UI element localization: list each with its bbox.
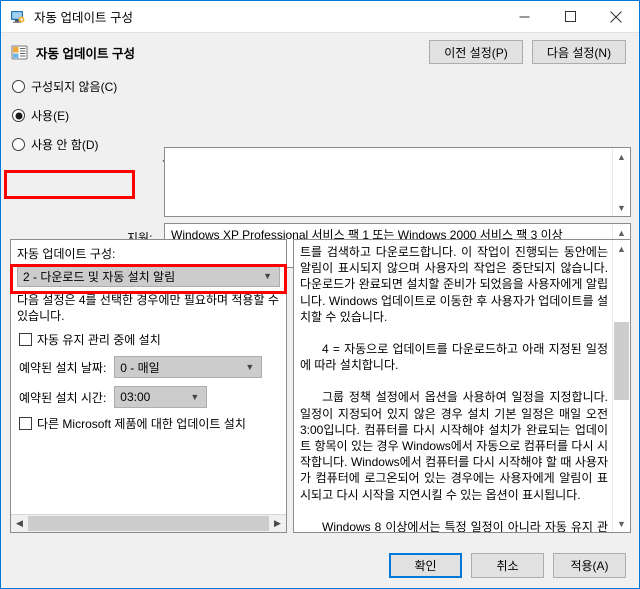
other-microsoft-products-checkbox[interactable]: 다른 Microsoft 제품에 대한 업데이트 설치 xyxy=(19,415,286,432)
options-horizontal-scrollbar[interactable]: ◀ ▶ xyxy=(11,514,286,532)
chevron-up-icon[interactable]: ▲ xyxy=(613,240,630,257)
help-paragraph-3: 그룹 정책 설정에서 옵션을 사용하여 일정을 지정합니다. 일정이 지정되어 … xyxy=(300,390,608,502)
scheduled-install-day-dropdown[interactable]: 0 - 매일 ▼ xyxy=(114,356,263,378)
chevron-down-icon: ▼ xyxy=(190,392,200,402)
chevron-up-icon[interactable]: ▲ xyxy=(613,148,630,165)
state-section: 구성되지 않음(C) 사용(E) 사용 안 함(D) 설명: ▲ ▼ 지원: xyxy=(1,71,639,268)
maximize-icon[interactable] xyxy=(547,1,593,32)
radio-circle-icon xyxy=(12,80,25,93)
radio-label: 사용 안 함(D) xyxy=(31,138,99,152)
cancel-button[interactable]: 취소 xyxy=(471,553,544,578)
ok-button[interactable]: 확인 xyxy=(389,553,462,578)
auto-update-config-value: 2 - 다운로드 및 자동 설치 알림 xyxy=(23,269,176,284)
navigation-buttons: 이전 설정(P) 다음 설정(N) xyxy=(429,40,626,64)
footer-buttons: 확인 취소 적용(A) xyxy=(389,553,626,578)
chevron-down-icon[interactable]: ▼ xyxy=(613,515,630,532)
radio-enabled[interactable]: 사용(E) xyxy=(10,105,150,126)
scheduled-install-time-label: 예약된 설치 시간: xyxy=(19,390,107,405)
help-content: 트를 검색하고 다운로드합니다. 이 작업이 진행되는 동안에는 알림이 표시되… xyxy=(294,240,613,532)
setting-header: 자동 업데이트 구성 이전 설정(P) 다음 설정(N) xyxy=(1,32,639,71)
radio-disabled[interactable]: 사용 안 함(D) xyxy=(10,134,150,155)
policy-setting-icon xyxy=(11,44,28,61)
title-bar: 자동 업데이트 구성 xyxy=(1,1,639,32)
help-paragraph-2: 4 = 자동으로 업데이트를 다운로드하고 아래 지정된 일정에 따라 설치합니… xyxy=(300,342,608,373)
scrollbar-thumb[interactable] xyxy=(614,322,629,400)
scheduled-install-time-row: 예약된 설치 시간: 03:00 ▼ xyxy=(19,386,286,408)
options-content: 자동 업데이트 구성: 2 - 다운로드 및 자동 설치 알림 ▼ 다음 설정은… xyxy=(11,240,286,515)
close-icon[interactable] xyxy=(593,1,639,32)
next-setting-button[interactable]: 다음 설정(N) xyxy=(532,40,626,64)
help-pane: 트를 검색하고 다운로드합니다. 이 작업이 진행되는 동안에는 알림이 표시되… xyxy=(293,239,631,533)
dialog-window: 자동 업데이트 구성 자동 업데이트 구성 이전 설정(P) 다음 설정(N) … xyxy=(0,0,640,589)
chevron-down-icon: ▼ xyxy=(245,362,255,372)
previous-setting-button[interactable]: 이전 설정(P) xyxy=(429,40,523,64)
radio-label: 구성되지 않음(C) xyxy=(31,80,118,94)
radio-not-configured[interactable]: 구성되지 않음(C) xyxy=(10,76,150,97)
scheduled-install-day-row: 예약된 설치 날짜: 0 - 매일 ▼ xyxy=(19,356,286,378)
options-pane: 자동 업데이트 구성: 2 - 다운로드 및 자동 설치 알림 ▼ 다음 설정은… xyxy=(10,239,287,533)
radio-circle-selected-icon xyxy=(12,109,25,122)
apply-button[interactable]: 적용(A) xyxy=(553,553,626,578)
setting-title: 자동 업데이트 구성 xyxy=(36,46,135,61)
install-during-maintenance-checkbox[interactable]: 자동 유지 관리 중에 설치 xyxy=(19,331,286,348)
computer-policy-icon xyxy=(10,9,26,25)
help-scrollbar[interactable]: ▲ ▼ xyxy=(612,240,630,532)
window-controls xyxy=(501,1,639,32)
chevron-right-icon[interactable]: ▶ xyxy=(269,515,286,532)
chevron-left-icon[interactable]: ◀ xyxy=(11,515,28,532)
state-radio-group: 구성되지 않음(C) 사용(E) 사용 안 함(D) xyxy=(10,76,150,163)
scheduled-install-day-label: 예약된 설치 날짜: xyxy=(19,360,107,375)
checkbox-icon xyxy=(19,417,32,430)
radio-circle-icon xyxy=(12,138,25,151)
window-title: 자동 업데이트 구성 xyxy=(34,11,133,25)
options-note: 다음 설정은 4를 선택한 경우에만 필요하며 적용할 수 있습니다. xyxy=(17,293,279,323)
chevron-down-icon: ▼ xyxy=(263,271,272,281)
auto-update-config-dropdown[interactable]: 2 - 다운로드 및 자동 설치 알림 ▼ xyxy=(17,265,280,287)
help-paragraph-4: Windows 8 이상에서는 특정 일정이 아니라 자동 유지 관리 중에 업… xyxy=(322,519,608,532)
help-paragraph-1: 트를 검색하고 다운로드합니다. 이 작업이 진행되는 동안에는 알림이 표시되… xyxy=(300,245,608,324)
comment-value xyxy=(165,148,630,152)
scheduled-install-day-value: 0 - 매일 xyxy=(120,360,160,375)
checkbox-label: 자동 유지 관리 중에 설치 xyxy=(37,333,161,347)
scheduled-install-time-dropdown[interactable]: 03:00 ▼ xyxy=(114,386,208,408)
scheduled-install-time-value: 03:00 xyxy=(120,390,151,404)
auto-update-config-label: 자동 업데이트 구성: xyxy=(17,247,116,261)
scrollbar-thumb[interactable] xyxy=(28,516,269,531)
radio-label: 사용(E) xyxy=(31,109,70,123)
annotation-box-enabled xyxy=(4,170,135,199)
checkbox-icon xyxy=(19,333,32,346)
minimize-icon[interactable] xyxy=(501,1,547,32)
pane-labels: 옵션: 도움말: xyxy=(1,199,639,292)
checkbox-label: 다른 Microsoft 제품에 대한 업데이트 설치 xyxy=(37,417,246,431)
